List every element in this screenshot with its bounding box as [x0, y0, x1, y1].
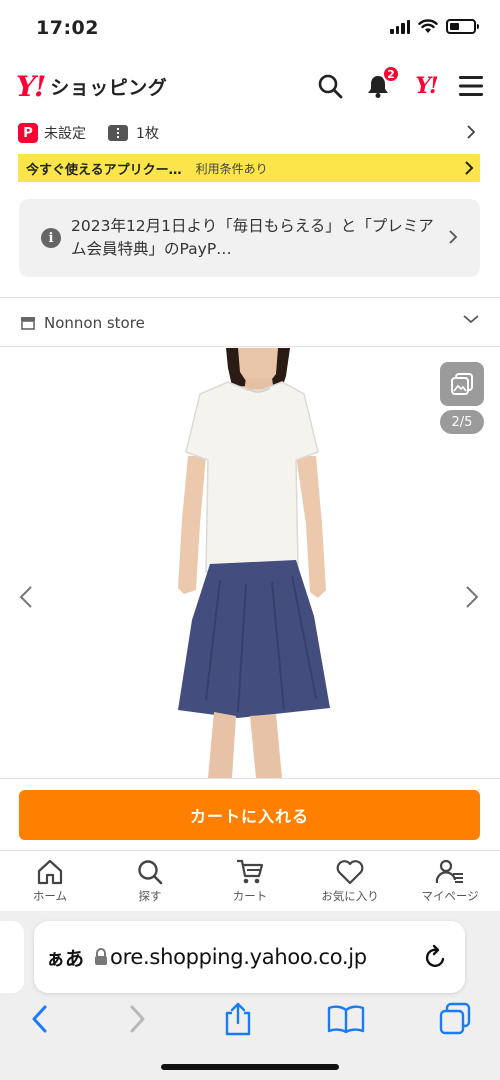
- nav-item-cart[interactable]: カート: [200, 851, 300, 911]
- info-icon: i: [41, 228, 61, 248]
- cart-icon: [237, 859, 264, 884]
- search-button[interactable]: [314, 70, 346, 102]
- home-indicator: [161, 1064, 339, 1070]
- paypay-coupon-row[interactable]: P 未設定 1枚: [0, 118, 500, 148]
- url-text: ore.shopping.yahoo.co.jp: [110, 945, 367, 969]
- previous-image-arrow[interactable]: [18, 584, 34, 610]
- chevron-right-icon: [465, 161, 474, 175]
- banner-main-text: 今すぐ使えるアプリクー…: [26, 162, 182, 178]
- chevron-right-icon: [449, 230, 458, 244]
- store-name: Nonnon store: [44, 314, 145, 332]
- address-bar[interactable]: ぁあ ore.shopping.yahoo.co.jp: [34, 921, 465, 993]
- back-arrow-icon[interactable]: [28, 1003, 52, 1035]
- nav-label: カート: [232, 889, 268, 903]
- wifi-icon: [418, 19, 438, 33]
- battery-icon: [446, 19, 479, 34]
- browser-toolbar: [0, 989, 500, 1049]
- divider: [0, 778, 500, 779]
- banner-conditions-text: 利用条件あり: [195, 161, 268, 176]
- nav-item-favorites[interactable]: お気に入り: [300, 851, 400, 911]
- product-image-gallery[interactable]: 2/5: [0, 348, 500, 778]
- nav-label: 探す: [138, 889, 162, 903]
- cellular-signal-icon: [390, 19, 410, 34]
- chevron-right-icon: [467, 125, 476, 139]
- info-notice[interactable]: i 2023年12月1日より「毎日もらえる」と「プレミアム会員特典」のPayP…: [19, 199, 480, 277]
- person-list-icon: [435, 859, 463, 884]
- status-bar: 17:02: [0, 0, 500, 58]
- notice-text: 2023年12月1日より「毎日もらえる」と「プレミアム会員特典」のPayP…: [71, 217, 434, 258]
- product-photo: [178, 348, 330, 778]
- browser-chrome: ぁあ ore.shopping.yahoo.co.jp: [0, 911, 500, 1080]
- store-selector[interactable]: Nonnon store: [0, 300, 500, 346]
- divider: [0, 346, 500, 347]
- previous-tab-preview[interactable]: [0, 921, 24, 993]
- heart-icon: [336, 860, 364, 885]
- paypay-status: 未設定: [44, 126, 86, 142]
- status-icons: [390, 19, 479, 34]
- coupon-ticket-icon: [108, 125, 128, 141]
- reload-icon[interactable]: [423, 943, 449, 971]
- paypay-icon: P: [18, 123, 38, 143]
- nav-item-mypage[interactable]: マイページ: [400, 851, 500, 911]
- share-icon[interactable]: [222, 1001, 254, 1037]
- add-to-cart-button[interactable]: カートに入れる: [19, 790, 480, 840]
- coupon-count: 1枚: [136, 126, 159, 142]
- chevron-down-icon: [463, 315, 479, 324]
- nav-label: お気に入り: [321, 889, 379, 903]
- nav-label: ホーム: [32, 889, 68, 903]
- divider: [0, 297, 500, 298]
- forward-arrow-icon[interactable]: [125, 1003, 149, 1035]
- notification-badge: 2: [382, 65, 400, 83]
- bookmarks-icon[interactable]: [327, 1003, 365, 1035]
- hamburger-menu-icon: [459, 76, 483, 96]
- yahoo-shopping-logo[interactable]: Y! ショッピング: [16, 70, 167, 103]
- tabs-icon[interactable]: [438, 1002, 472, 1036]
- store-icon: [21, 317, 35, 330]
- status-time: 17:02: [36, 17, 99, 39]
- logo-mark: Y!: [16, 70, 46, 103]
- notifications-button[interactable]: 2: [362, 65, 400, 102]
- home-icon: [37, 859, 63, 885]
- image-gallery-icon: [451, 373, 473, 395]
- nav-label: マイページ: [421, 889, 479, 903]
- site-header: Y! ショッピング 2 Y!: [0, 58, 500, 114]
- search-icon: [138, 860, 163, 885]
- yahoo-home-button[interactable]: Y!: [410, 70, 442, 102]
- logo-text: ショッピング: [50, 77, 168, 99]
- yahoo-logo: Y!: [415, 73, 438, 99]
- image-counter: 2/5: [440, 410, 484, 434]
- text-size-button[interactable]: ぁあ: [46, 944, 84, 971]
- app-coupon-banner[interactable]: 今すぐ使えるアプリクー… 利用条件あり: [18, 154, 480, 182]
- nav-item-search[interactable]: 探す: [100, 851, 200, 911]
- search-icon: [318, 74, 343, 99]
- nav-item-home[interactable]: ホーム: [0, 851, 100, 911]
- gallery-view-button[interactable]: [440, 362, 484, 406]
- bottom-navigation: ホーム 探す カート お気に入り マイページ: [0, 851, 500, 911]
- lock-icon: [95, 948, 108, 965]
- menu-button[interactable]: [455, 70, 487, 102]
- next-image-arrow[interactable]: [464, 584, 480, 610]
